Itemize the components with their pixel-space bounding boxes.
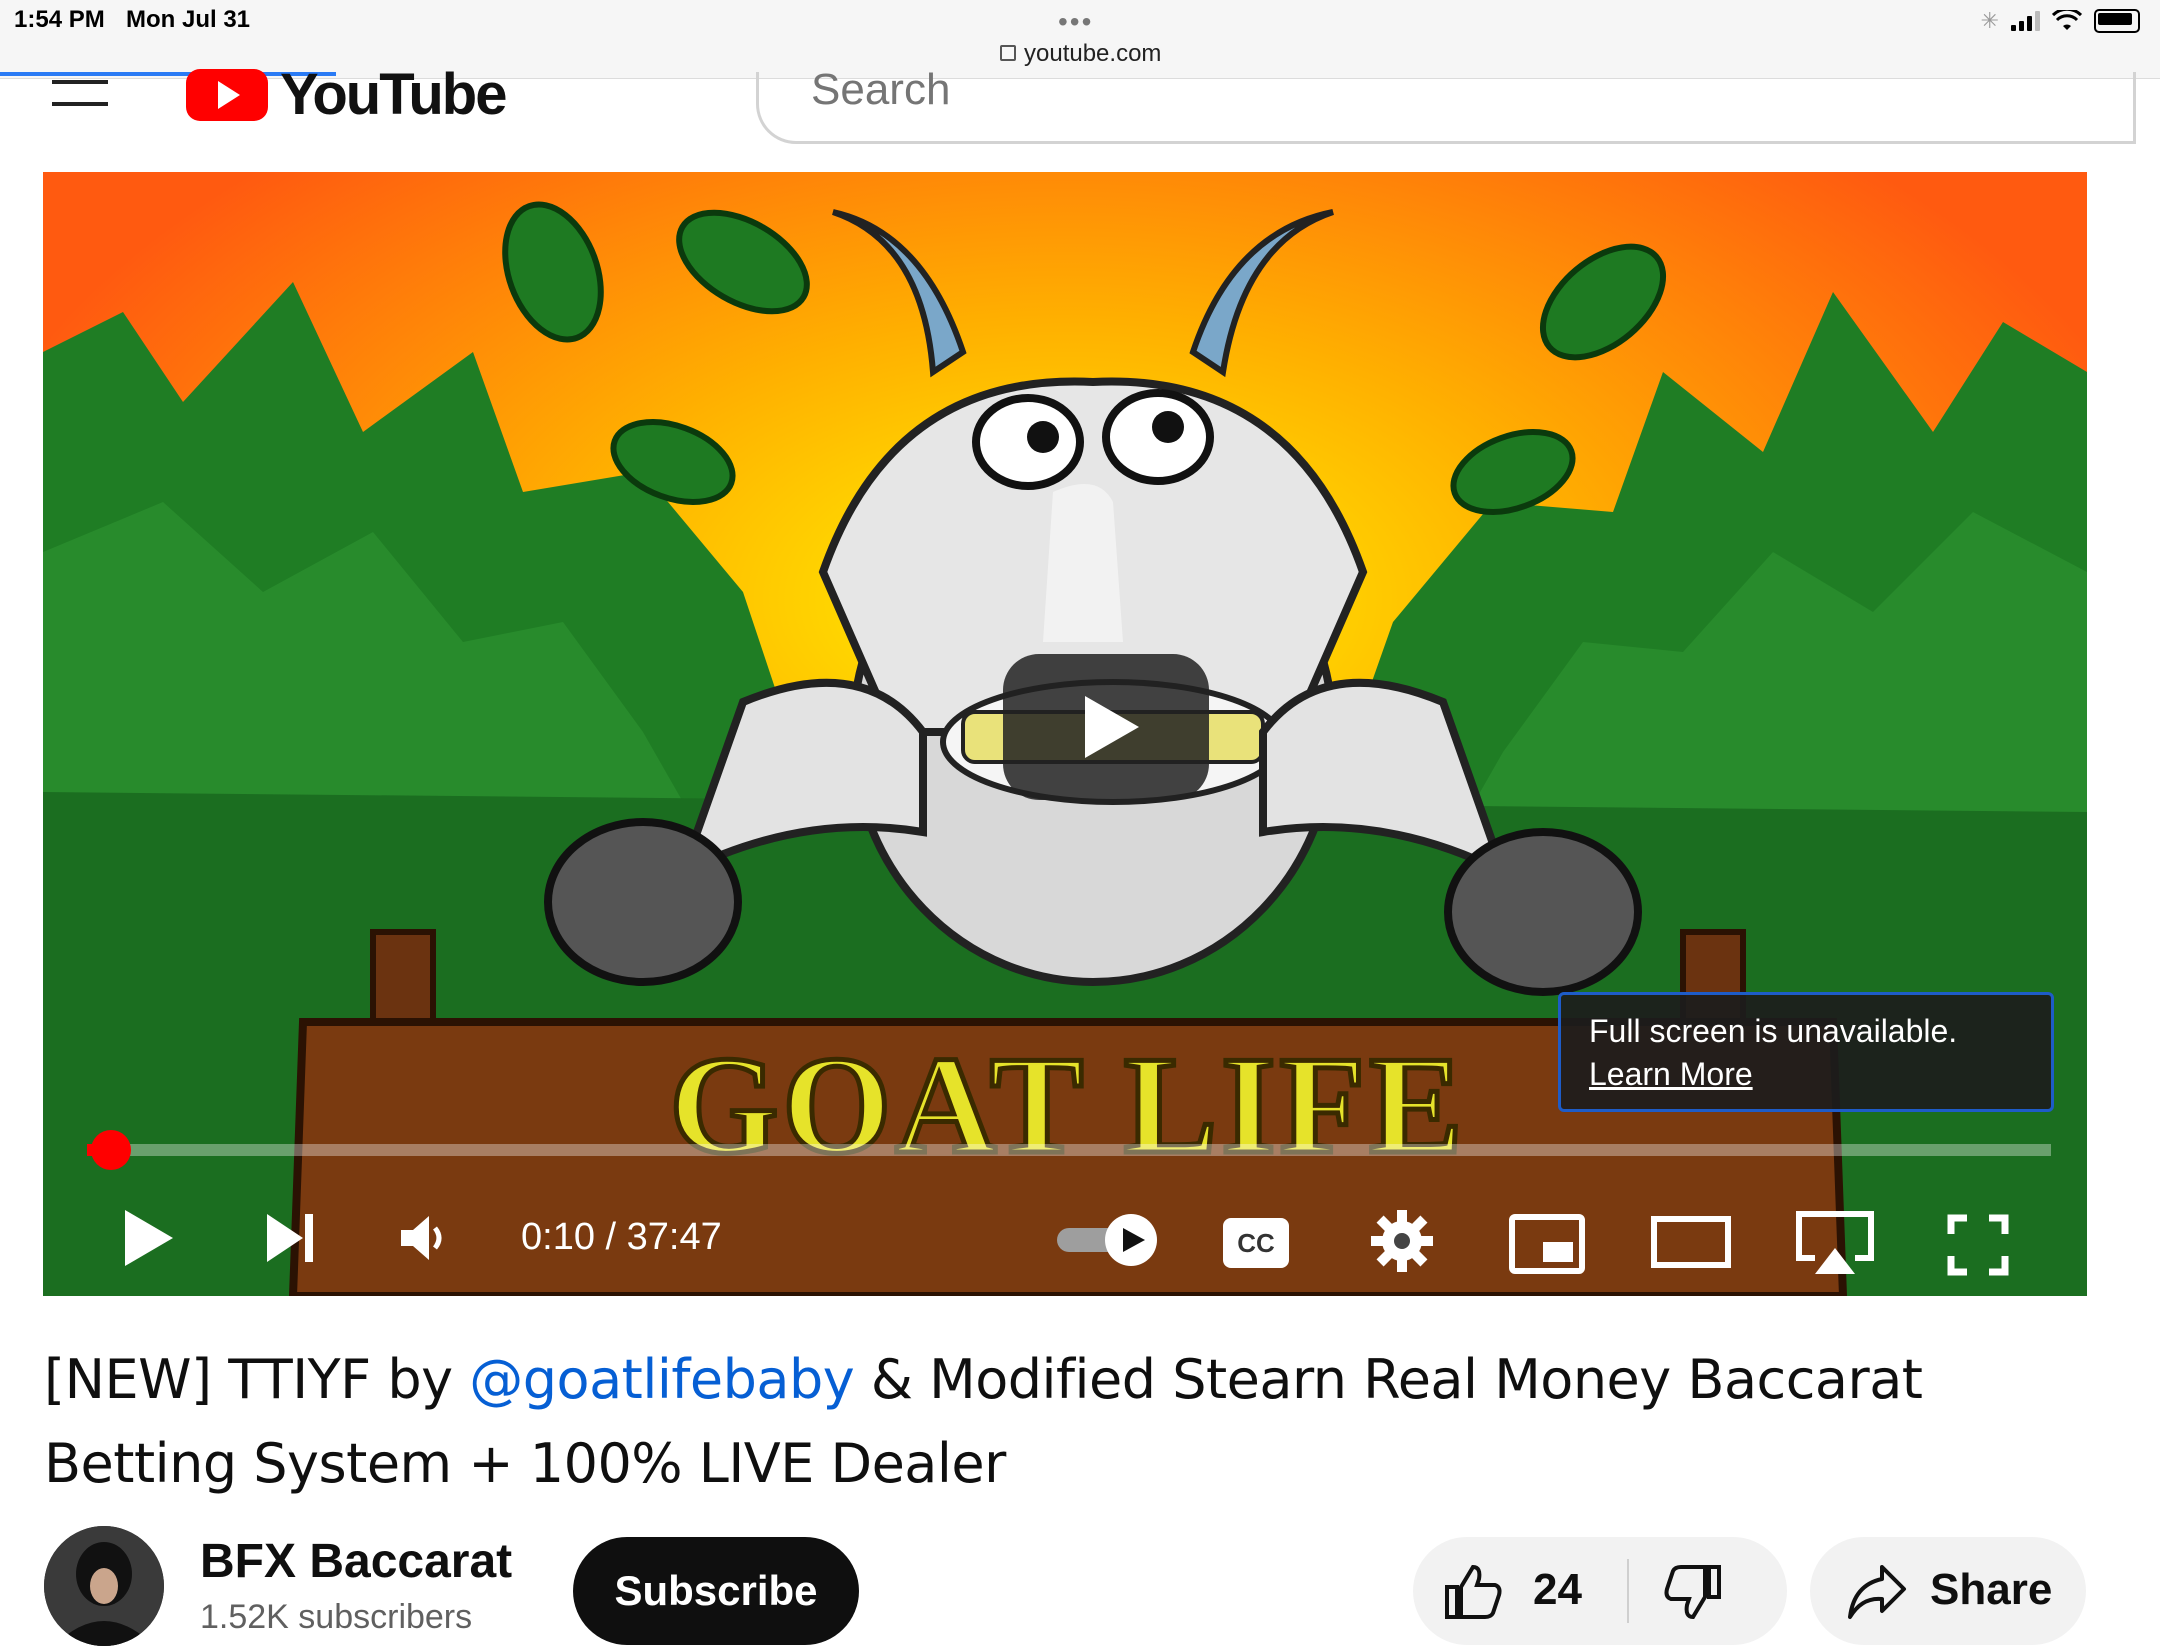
- airplay-icon[interactable]: [1793, 1210, 1877, 1276]
- title-prefix: [NEW] TTIYF by: [44, 1348, 470, 1411]
- video-title: [NEW] TTIYF by @goatlifebaby & Modified …: [44, 1338, 2104, 1506]
- menu-icon[interactable]: [52, 80, 108, 124]
- next-icon[interactable]: [263, 1210, 319, 1266]
- search-box[interactable]: [756, 64, 2136, 144]
- video-player[interactable]: GOAT LIFE Full screen is unavailable. Le…: [43, 172, 2087, 1296]
- captions-icon[interactable]: CC: [1221, 1216, 1291, 1270]
- lock-icon: [1000, 44, 1016, 61]
- theater-icon[interactable]: [1651, 1216, 1731, 1268]
- player-controls: 0:10 / 37:47 CC: [43, 1192, 2087, 1282]
- subscribe-button[interactable]: Subscribe: [573, 1537, 859, 1645]
- like-icon[interactable]: [1443, 1561, 1503, 1621]
- share-button[interactable]: Share: [1810, 1537, 2086, 1645]
- like-dislike-group: 24: [1413, 1537, 1787, 1645]
- youtube-logo[interactable]: YouTube: [186, 62, 507, 127]
- learn-more-link[interactable]: Learn More: [1589, 1056, 2023, 1093]
- fullscreen-icon[interactable]: [1947, 1214, 2009, 1276]
- channel-mention-link[interactable]: @goatlifebaby: [469, 1348, 854, 1411]
- channel-avatar[interactable]: [44, 1526, 164, 1646]
- system-icons: ✳: [1981, 8, 2140, 34]
- cellular-signal-icon: [2011, 11, 2040, 31]
- progress-bar[interactable]: [87, 1130, 2051, 1170]
- url-text: youtube.com: [1024, 40, 1162, 67]
- miniplayer-icon[interactable]: [1509, 1214, 1585, 1274]
- activity-icon: ✳: [1980, 8, 1999, 33]
- svg-text:CC: CC: [1237, 1228, 1275, 1258]
- wifi-icon: [2052, 10, 2082, 30]
- play-icon[interactable]: [121, 1208, 177, 1268]
- toast-message: Full screen is unavailable.: [1589, 1013, 1958, 1049]
- subscriber-count: 1.52K subscribers: [200, 1598, 473, 1636]
- settings-icon[interactable]: [1371, 1210, 1433, 1272]
- big-play-button[interactable]: [1003, 654, 1209, 800]
- more-dots-icon[interactable]: •••: [1058, 6, 1093, 38]
- fullscreen-unavailable-toast: Full screen is unavailable. Learn More: [1558, 992, 2054, 1112]
- battery-icon: [2094, 9, 2140, 33]
- like-count: 24: [1533, 1565, 1582, 1614]
- volume-icon[interactable]: [399, 1214, 449, 1262]
- logo-text: YouTube: [280, 62, 507, 127]
- scrubber-handle[interactable]: [90, 1130, 131, 1170]
- autoplay-toggle[interactable]: [1053, 1212, 1163, 1270]
- share-label: Share: [1930, 1565, 2053, 1614]
- share-icon: [1848, 1565, 1906, 1619]
- channel-name[interactable]: BFX Baccarat: [200, 1534, 512, 1589]
- status-time: 1:54 PM: [14, 6, 105, 33]
- like-divider: [1627, 1559, 1629, 1623]
- thumbnail-title: GOAT LIFE: [669, 1028, 1466, 1183]
- status-date: Mon Jul 31: [126, 6, 251, 33]
- avatar-image: [44, 1526, 164, 1646]
- dislike-icon[interactable]: [1663, 1563, 1723, 1623]
- search-input[interactable]: [809, 64, 1813, 116]
- time-display: 0:10 / 37:47: [521, 1216, 722, 1258]
- youtube-play-logo-icon: [186, 69, 268, 121]
